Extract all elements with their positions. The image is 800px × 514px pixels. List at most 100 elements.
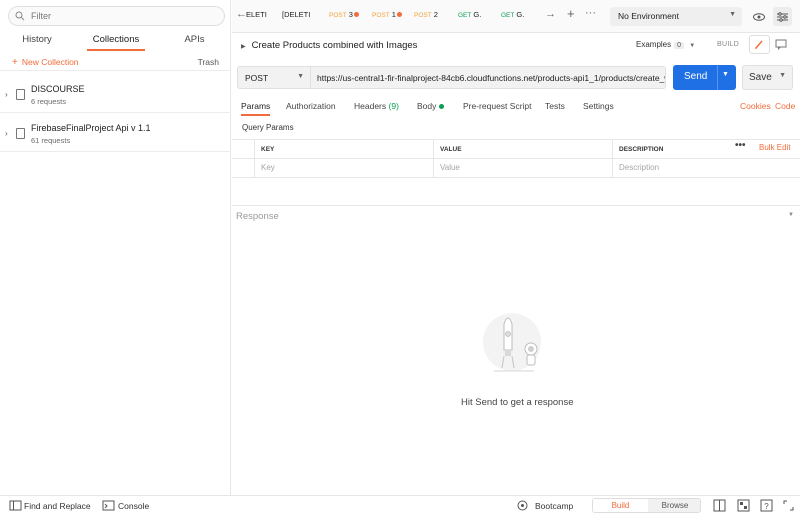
collection-item[interactable]: › FirebaseFinalProject Api v 1.1 61 requ…	[0, 118, 231, 152]
save-label: Save	[749, 72, 772, 83]
response-divider[interactable]	[232, 205, 800, 206]
save-button[interactable]: Save ▼	[742, 65, 793, 90]
params-table: KEY VALUE DESCRIPTION Key Value Descript…	[232, 139, 800, 178]
tab-tests[interactable]: Tests	[545, 101, 565, 111]
tab-params[interactable]: Params	[241, 101, 271, 116]
collection-request-count: 6 requests	[31, 97, 67, 106]
tab-authorization[interactable]: Authorization	[286, 101, 336, 111]
column-key: KEY	[254, 140, 433, 159]
caret-down-icon: ▼	[297, 73, 304, 80]
sidebar: History Collections APIs +New Collection…	[0, 0, 231, 495]
bootcamp-button[interactable]: Bootcamp	[535, 501, 573, 511]
table-row: Key Value Description	[232, 159, 800, 178]
url-input[interactable]: https://us-central1-fir-finalproject-84c…	[311, 66, 666, 89]
request-subtabs: Params Authorization Headers (9) Body Pr…	[232, 98, 800, 116]
request-tab-label: G.	[473, 10, 482, 19]
tab-apis-label: APIs	[184, 34, 205, 45]
bulk-edit-link[interactable]: Bulk Edit	[759, 143, 791, 152]
rocket-astronaut-illustration	[483, 313, 541, 372]
empty-response-message: Hit Send to get a response	[461, 397, 574, 408]
trash-button[interactable]: Trash	[198, 57, 219, 67]
comment-icon	[775, 39, 787, 50]
send-button[interactable]: Send ▼	[673, 65, 736, 90]
tab-collections[interactable]: Collections	[74, 32, 158, 51]
tab-body[interactable]: Body	[417, 101, 445, 111]
more-icon[interactable]: ···	[585, 7, 596, 19]
collection-name: FirebaseFinalProject Api v 1.1	[31, 123, 151, 133]
bootcamp-icon	[517, 500, 528, 511]
code-link[interactable]: Code	[775, 101, 795, 111]
new-collection-button[interactable]: + New Collection	[12, 57, 79, 68]
folder-icon	[16, 128, 25, 139]
eye-button[interactable]	[749, 7, 768, 26]
cookies-link[interactable]: Cookies	[740, 101, 771, 111]
tab-apis[interactable]: APIs	[158, 32, 231, 50]
layout-icon[interactable]	[713, 499, 726, 512]
tab-history[interactable]: History	[0, 32, 74, 50]
build-browse-toggle: Build Browse	[592, 498, 701, 513]
environment-select[interactable]: No Environment ▼	[610, 7, 742, 26]
more-options-icon[interactable]: •••	[735, 140, 746, 151]
request-title-text: Create Products combined with Images	[251, 40, 418, 51]
examples-label: Examples	[636, 40, 672, 49]
expand-icon[interactable]	[782, 499, 795, 512]
comments-button[interactable]	[770, 35, 792, 54]
eye-icon	[752, 12, 765, 21]
request-tab[interactable]: ELETI	[246, 10, 267, 19]
table-header-row: KEY VALUE DESCRIPTION	[232, 140, 800, 159]
description-input[interactable]: Description	[612, 159, 800, 178]
search-icon	[10, 499, 23, 512]
key-input[interactable]: Key	[254, 159, 433, 178]
find-replace-button[interactable]: Find and Replace	[24, 501, 91, 511]
chevron-right-icon[interactable]: ›	[5, 90, 8, 99]
edit-button[interactable]	[749, 35, 770, 54]
chevron-right-icon[interactable]: ›	[5, 129, 8, 138]
examples-count: 0	[674, 42, 685, 49]
plus-icon[interactable]: +	[567, 6, 575, 21]
console-button[interactable]: Console	[118, 501, 149, 511]
headers-count: (9)	[388, 101, 399, 111]
triangle-right-icon[interactable]: ▶	[241, 44, 246, 50]
column-value: VALUE	[433, 140, 612, 159]
request-tab[interactable]: GET G.	[501, 10, 524, 19]
value-input[interactable]: Value	[433, 159, 612, 178]
tab-prerequest-script[interactable]: Pre-request Script	[463, 101, 532, 111]
sliders-icon	[777, 11, 788, 22]
build-mode-label: BUILD	[717, 41, 740, 48]
caret-down-icon[interactable]: ▼	[722, 71, 729, 78]
keyboard-icon[interactable]	[737, 499, 750, 512]
collection-request-count: 61 requests	[31, 136, 71, 145]
request-tab[interactable]: POST 1	[372, 10, 402, 19]
filter-input[interactable]	[31, 11, 211, 21]
request-tab-label: G.	[516, 10, 525, 19]
browse-toggle[interactable]: Browse	[648, 499, 700, 512]
collection-item[interactable]: › DISCOURSE 6 requests	[0, 79, 231, 113]
send-divider	[717, 65, 718, 90]
arrow-right-icon[interactable]: →	[545, 8, 556, 20]
tab-settings[interactable]: Settings	[583, 101, 614, 111]
query-params-label: Query Params	[242, 123, 294, 132]
method-badge: POST	[414, 12, 432, 19]
settings-button[interactable]	[773, 7, 792, 26]
build-toggle[interactable]: Build	[593, 499, 648, 512]
request-tab[interactable]: POST 3	[329, 10, 359, 19]
method-badge: POST	[372, 12, 390, 19]
caret-down-icon[interactable]: ▼	[779, 72, 786, 79]
filter-box[interactable]	[8, 6, 225, 26]
tab-headers-label: Headers	[354, 101, 387, 111]
request-tab[interactable]: POST 2	[414, 10, 438, 19]
caret-down-icon[interactable]: ▼	[788, 212, 794, 218]
method-select[interactable]: POST ▼	[237, 66, 311, 89]
response-label: Response	[236, 211, 279, 222]
request-title[interactable]: ▶ Create Products combined with Images	[241, 40, 417, 51]
request-tab[interactable]: GET G.	[458, 10, 481, 19]
collection-name: DISCOURSE	[31, 84, 85, 94]
examples-dropdown[interactable]: Examples 0 ▼	[636, 40, 695, 49]
help-icon[interactable]: ?	[760, 499, 773, 512]
request-tab[interactable]: [DELETI	[282, 10, 310, 19]
unsaved-dot	[353, 12, 359, 17]
tab-collections-label: Collections	[86, 32, 146, 51]
tab-headers[interactable]: Headers (9)	[354, 101, 399, 111]
column-description: DESCRIPTION	[612, 140, 729, 159]
sidebar-tabs: History Collections APIs	[0, 32, 231, 51]
